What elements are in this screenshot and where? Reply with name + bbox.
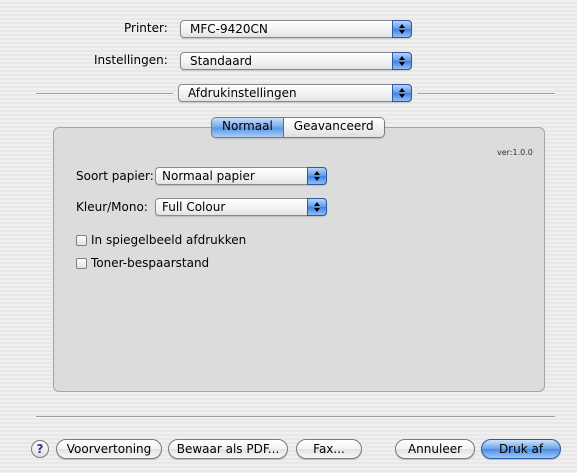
printer-popup-value: MFC-9420CN: [190, 22, 268, 36]
bottom-separator: [36, 416, 555, 418]
settings-popup-value: Standaard: [190, 54, 252, 68]
mirror-print-label[interactable]: In spiegelbeeld afdrukken: [91, 232, 246, 248]
cancel-button[interactable]: Annuleer: [395, 439, 475, 459]
color-mode-popup-value: Full Colour: [162, 200, 226, 214]
popup-arrows-icon: [392, 20, 412, 38]
section-popup-value: Afdrukinstellingen: [188, 86, 297, 100]
section-popup[interactable]: Afdrukinstellingen: [178, 84, 412, 102]
mirror-print-checkbox[interactable]: [76, 235, 87, 246]
tab-bar: Normaal Geavanceerd: [211, 117, 385, 138]
save-as-pdf-button[interactable]: Bewaar als PDF...: [168, 439, 288, 459]
help-button[interactable]: ?: [31, 440, 49, 458]
popup-arrows-icon: [307, 167, 327, 185]
settings-popup[interactable]: Standaard: [180, 52, 412, 70]
toner-save-label[interactable]: Toner-bespaarstand: [91, 255, 209, 271]
paper-type-popup[interactable]: Normaal papier: [155, 167, 327, 185]
toner-save-checkbox[interactable]: [76, 258, 87, 269]
print-button[interactable]: Druk af: [481, 439, 561, 459]
popup-arrows-icon: [392, 52, 412, 70]
tab-normaal[interactable]: Normaal: [212, 118, 284, 137]
printer-popup[interactable]: MFC-9420CN: [180, 20, 412, 38]
popup-arrows-icon: [392, 84, 412, 102]
fax-button[interactable]: Fax...: [296, 439, 362, 459]
paper-type-popup-value: Normaal papier: [162, 169, 255, 183]
printer-label: Printer:: [124, 21, 168, 35]
preview-button[interactable]: Voorvertoning: [56, 439, 162, 459]
paper-type-label: Soort papier:: [76, 169, 154, 183]
section-separator-right: [417, 93, 555, 95]
section-separator-left: [36, 93, 173, 95]
popup-arrows-icon: [307, 198, 327, 216]
tab-geavanceerd[interactable]: Geavanceerd: [283, 118, 384, 137]
version-label: ver:1.0.0: [497, 148, 533, 157]
settings-label: Instellingen:: [94, 53, 168, 67]
color-mode-label: Kleur/Mono:: [76, 200, 148, 214]
color-mode-popup[interactable]: Full Colour: [155, 198, 327, 216]
